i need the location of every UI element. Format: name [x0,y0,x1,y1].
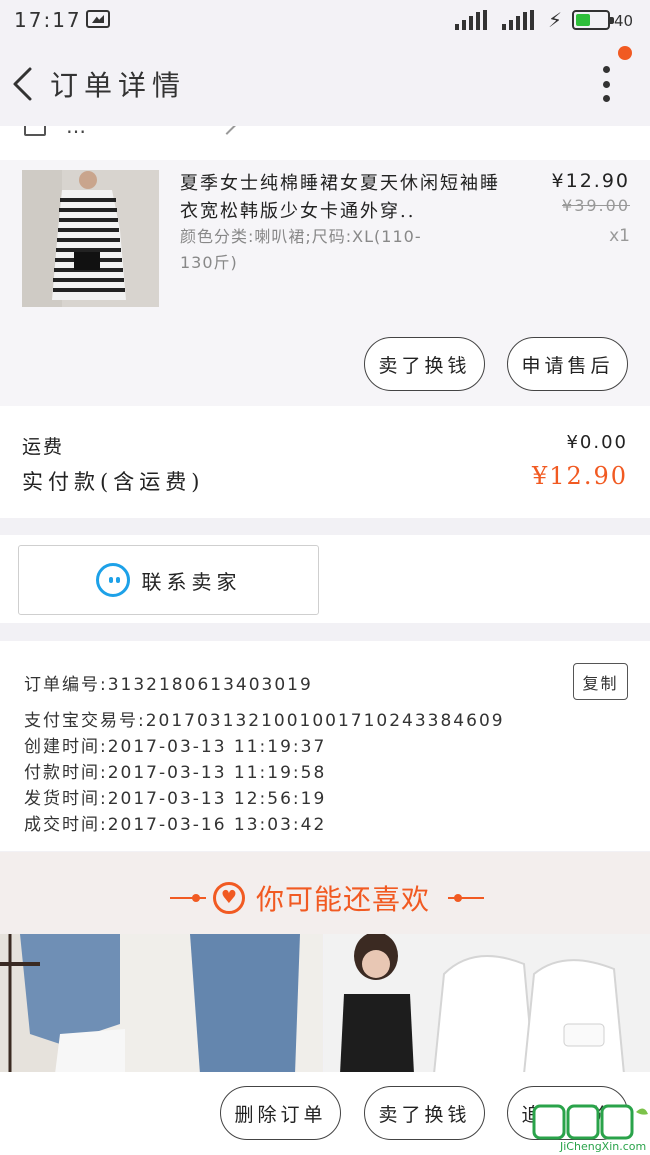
logistics-row[interactable]: … [0,126,650,160]
recommend-item-sneakers-image[interactable] [324,934,650,1074]
notification-icon [86,10,110,28]
product-title[interactable]: 夏季女士纯棉睡裙女夏天休闲短袖睡衣宽松韩版少女卡通外穿.. [180,170,500,226]
created-time: 创建时间:2017-03-13 11:19:37 [24,737,327,757]
logistics-text: … [66,126,89,138]
battery-percent: 40 [614,12,634,30]
delete-order-button[interactable]: 删除订单 [220,1086,341,1140]
more-menu-icon[interactable] [598,66,614,102]
paid-amount-label: 实付款(含运费) [22,470,205,494]
after-sale-button[interactable]: 申请售后 [507,337,628,391]
page-title: 订单详情 [50,69,187,102]
divider-dot-left [192,894,200,902]
divider-line-right [448,897,484,899]
wifi-signal-icon [455,10,489,30]
cellular-signal-icon [502,10,536,30]
contact-seller-button[interactable]: 联系卖家 [18,545,319,615]
contact-seller-label: 联系卖家 [141,569,242,594]
package-icon [24,126,46,136]
heart-icon: ♥ [213,882,245,914]
battery-fill [576,14,590,26]
sell-for-cash-button[interactable]: 卖了换钱 [364,337,485,391]
shipping-fee-value: ¥0.00 [566,432,628,453]
back-icon[interactable] [10,66,38,102]
product-sku: 颜色分类:喇叭裙;尺码:XL(110-130斤) [180,227,422,272]
battery-icon [572,10,614,30]
alipay-trade-number: 支付宝交易号:2017031321001001710243384609 [24,711,505,731]
chat-icon [95,563,130,597]
shipped-time: 发货时间:2017-03-13 12:56:19 [24,789,327,809]
notification-dot [618,46,632,60]
charging-icon: ⚡ [548,8,563,32]
product-price: ¥12.90 [551,170,630,192]
shipping-fee-label: 运费 [22,436,65,458]
chevron-right-icon [217,126,237,135]
paid-amount-value: ¥12.90 [532,462,628,490]
product-thumbnail[interactable] [22,170,159,307]
recommend-title: 你可能还喜欢 [256,883,431,916]
paid-time: 付款时间:2017-03-13 11:19:58 [24,763,327,783]
recommend-item-jeans-image[interactable] [0,934,323,1074]
watermark-text: JiChengXin.com [560,1140,647,1153]
product-quantity: x1 [609,226,630,246]
copy-button[interactable]: 复制 [573,663,628,700]
status-time: 17:17 [14,8,82,32]
order-number: 订单编号:3132180613403019 [24,675,313,695]
sell-for-cash-button-bottom[interactable]: 卖了换钱 [364,1086,485,1140]
product-original-price: ¥39.00 [562,196,630,215]
completed-time: 成交时间:2017-03-16 13:03:42 [24,815,327,835]
divider-line-left [170,897,206,899]
